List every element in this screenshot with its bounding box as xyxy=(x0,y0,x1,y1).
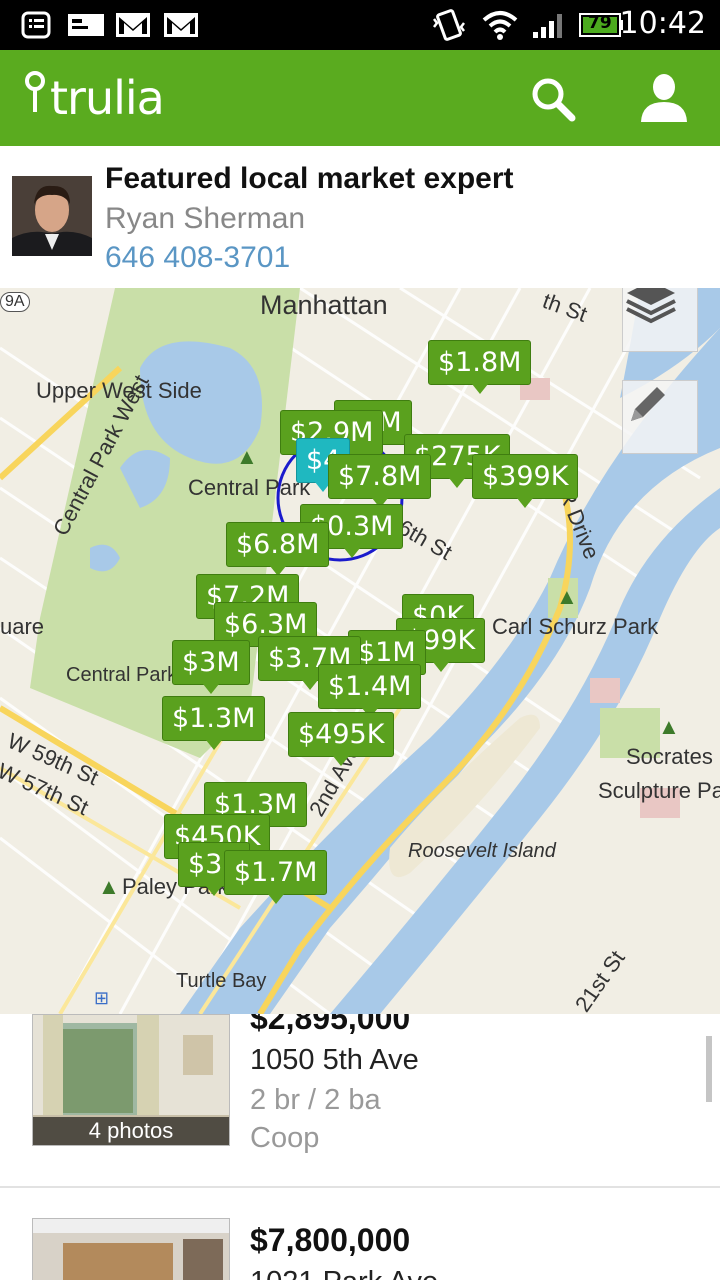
price-marker[interactable]: $6.8M xyxy=(226,522,330,576)
map-label-sculpture-park: Sculpture Par xyxy=(598,778,720,803)
listing-photo[interactable] xyxy=(32,1218,230,1280)
expert-name: Ryan Sherman xyxy=(105,202,306,235)
route-shield-9a: 9A xyxy=(0,292,30,312)
logo-text: trulia xyxy=(50,70,165,125)
map-label-central-park: Central Park xyxy=(188,475,311,500)
battery-icon: 79 xyxy=(578,10,624,40)
map-label-central-park-south: Central Park xyxy=(66,664,178,686)
gmail-icon-2 xyxy=(162,10,200,40)
expert-phone-link[interactable]: 646 408-3701 xyxy=(105,241,290,275)
price-marker[interactable]: $1.3M xyxy=(162,696,266,750)
featured-expert-card[interactable]: Featured local market expert Ryan Sherma… xyxy=(0,146,720,288)
listing-type: Coop xyxy=(250,1122,320,1154)
profile-icon xyxy=(638,72,690,129)
location-pin-icon xyxy=(24,70,46,125)
scrollbar[interactable] xyxy=(706,1036,712,1102)
listing-price: $7,800,000 xyxy=(250,1222,411,1258)
trulia-logo[interactable]: trulia xyxy=(24,70,165,125)
price-marker[interactable]: $1.4M xyxy=(318,664,422,718)
photo-count: 4 photos xyxy=(33,1117,229,1145)
sms-icon xyxy=(66,10,106,40)
clock: 10:42 xyxy=(619,6,706,41)
transit-icon: ⊞ xyxy=(94,988,110,1008)
map-label-turtle-bay: Turtle Bay xyxy=(176,970,267,992)
divider xyxy=(0,1186,720,1188)
map-view[interactable]: Manhattan Upper West Side Central Park C… xyxy=(0,288,720,1014)
wifi-icon xyxy=(480,10,520,40)
listing-address: 1050 5th Ave xyxy=(250,1044,419,1076)
price-marker[interactable]: $1.8M xyxy=(428,340,532,394)
search-icon xyxy=(528,74,576,127)
map-label-socrates: Socrates xyxy=(626,744,713,769)
price-marker[interactable]: $399K xyxy=(472,454,579,508)
price-marker[interactable]: $7.8M xyxy=(328,454,432,508)
signal-icon xyxy=(530,10,570,40)
price-marker[interactable]: $3M xyxy=(172,640,250,694)
map-label-square: uare xyxy=(0,614,45,639)
expert-title: Featured local market expert xyxy=(105,162,514,195)
listing-rooms: 2 br / 2 ba xyxy=(250,1084,381,1116)
listing-address: 1021 Park Ave xyxy=(250,1266,438,1280)
vibrate-icon xyxy=(430,9,468,41)
park-icon: ▲ xyxy=(658,714,680,739)
map-label-carl-schurz-park: Carl Schurz Park xyxy=(492,614,659,639)
search-button[interactable] xyxy=(524,72,580,128)
map-layers-button[interactable] xyxy=(622,288,698,352)
price-marker[interactable]: $1.7M xyxy=(224,850,328,904)
listing-photo[interactable]: 4 photos xyxy=(32,1014,230,1146)
profile-button[interactable] xyxy=(636,72,692,128)
price-marker[interactable]: $495K xyxy=(288,712,395,766)
draw-area-button[interactable] xyxy=(622,380,698,454)
park-icon: ▲ xyxy=(236,444,258,469)
map-label-manhattan: Manhattan xyxy=(260,290,388,320)
status-bar: 79 10:42 xyxy=(0,0,720,50)
notifications-icon xyxy=(20,10,52,40)
app-bar: trulia xyxy=(0,50,720,146)
park-icon: ▲ xyxy=(98,874,120,899)
avatar xyxy=(12,176,92,256)
listing-list[interactable]: 4 photos $2,895,000 1050 5th Ave 2 br / … xyxy=(0,1014,720,1280)
park-icon: ▲ xyxy=(556,584,578,609)
map-label-roosevelt-island: Roosevelt Island xyxy=(408,840,556,862)
battery-level: 79 xyxy=(588,13,612,33)
gmail-icon xyxy=(114,10,152,40)
listing-price: $2,895,000 xyxy=(250,1014,411,1036)
